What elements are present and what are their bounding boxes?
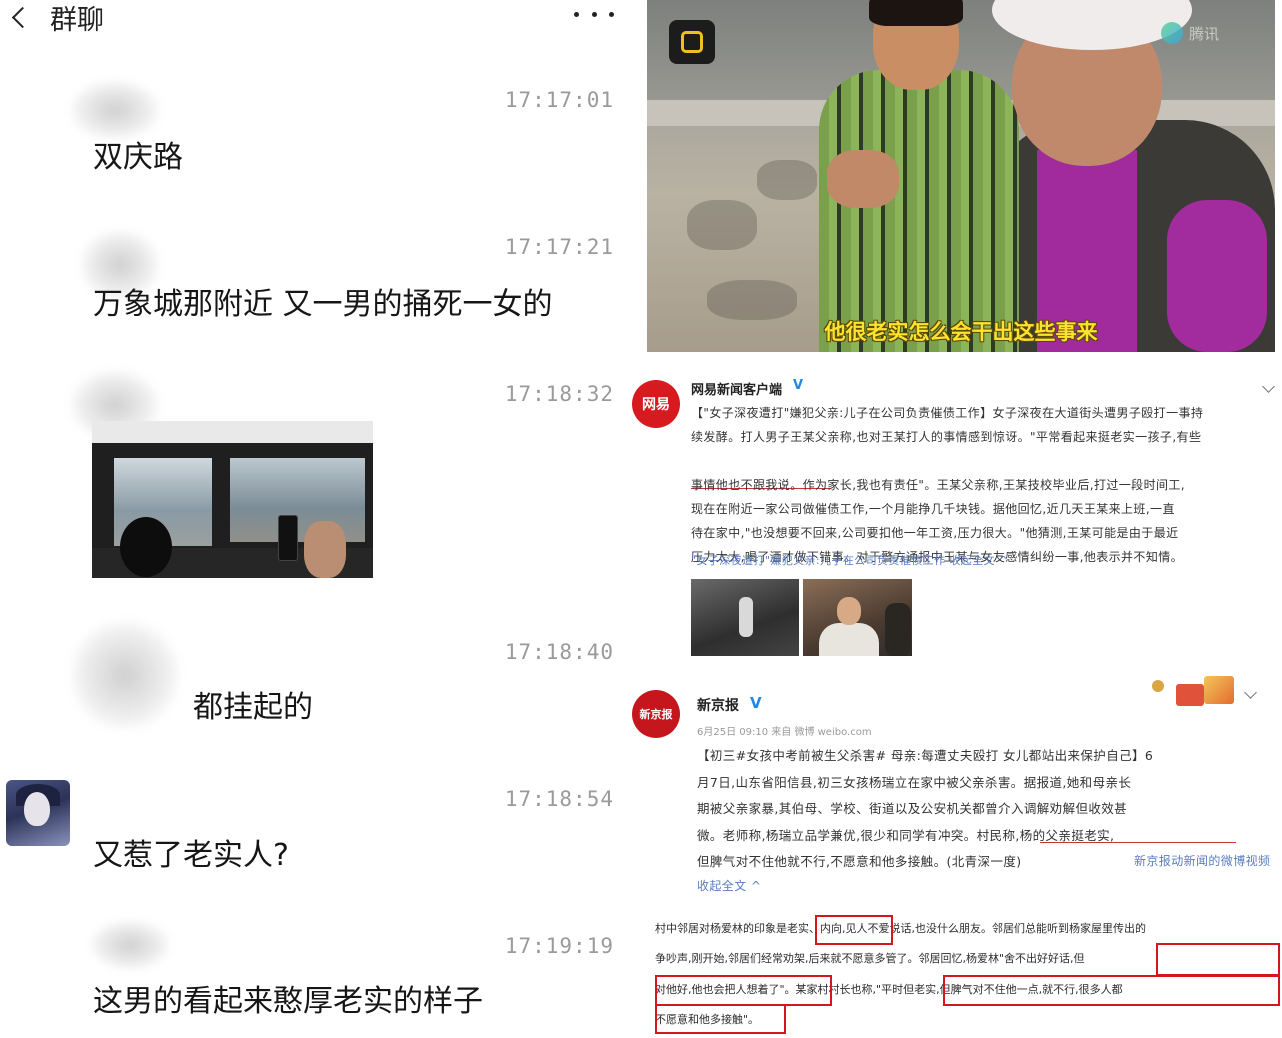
video-logo-icon bbox=[1161, 22, 1183, 44]
chevron-down-icon[interactable] bbox=[1244, 686, 1257, 699]
more-icon-dot bbox=[591, 11, 597, 17]
more-icon-dot bbox=[609, 11, 614, 17]
collapse-link[interactable]: 收起全文 ^ bbox=[697, 874, 761, 898]
blurred-avatar bbox=[90, 920, 170, 970]
post-line: 期被父亲家暴,其伯母、学校、街道以及公安机关都曾介入调解劝解但收效甚 bbox=[697, 801, 1128, 816]
post-image[interactable] bbox=[691, 579, 799, 656]
snippet-line: 村中邻居对杨爱林的印象是老实、内向,见人不爱说话,也没什么朋友。邻居们总能听到杨… bbox=[655, 922, 1146, 935]
chat-photo-message[interactable] bbox=[92, 421, 373, 578]
news-video-frame[interactable]: 腾讯 他很老实怎么会干出这些事来 bbox=[647, 0, 1275, 352]
video-hands bbox=[827, 150, 899, 208]
image-person-head bbox=[837, 597, 861, 625]
back-icon bbox=[11, 6, 33, 28]
netease-logo[interactable]: 网易 bbox=[632, 380, 680, 428]
chat-message[interactable]: 都挂起的 bbox=[193, 682, 313, 726]
verified-icon: V bbox=[793, 378, 804, 393]
post-line: 微。老师称,杨瑞立品学兼优,很少和同学有冲突。村民称,杨的父亲挺老实, bbox=[697, 827, 1115, 843]
chat-message[interactable]: 这男的看起来憨厚老实的样子 bbox=[93, 976, 483, 1020]
deco-block bbox=[1176, 684, 1204, 706]
photo-band bbox=[92, 421, 373, 443]
video-watermark: 腾讯 bbox=[1189, 24, 1220, 43]
post-line: 【初三#女孩中考前被生父杀害# 母亲:每遭丈夫殴打 女儿都站出来保护自己】6 bbox=[697, 748, 1154, 763]
chat-message[interactable]: 双庆路 bbox=[93, 132, 183, 176]
post-line: 待在家中,"也没想要不回来,公司要扣他一年工资,压力很大。"他猜测,王某可能是由… bbox=[691, 526, 1179, 540]
image-person bbox=[885, 603, 911, 656]
chevron-down-icon[interactable] bbox=[1262, 380, 1275, 393]
chat-message[interactable]: 万象城那附近 又一男的捅死一女的 bbox=[93, 279, 553, 323]
highlight-box bbox=[655, 1004, 786, 1034]
post-author[interactable]: 新京报 bbox=[697, 695, 739, 715]
post-line: 【"女子深夜遭打"嫌犯父亲:儿子在公司负责催债工作】女子深夜在大道街头遭男子殴打… bbox=[691, 406, 1204, 420]
image-person bbox=[819, 623, 879, 656]
post-line: 现在在附近一家公司做催债工作,一个月能挣几千块钱。据他回忆,近几天王某来上班,一… bbox=[691, 502, 1175, 516]
video-stone bbox=[707, 280, 797, 320]
more-button[interactable] bbox=[574, 2, 614, 26]
avatar[interactable] bbox=[6, 780, 70, 846]
post-link[interactable]: "女子深夜遭打"嫌犯父亲:儿子在公司负责催债工作 收起全文 ^ bbox=[691, 549, 1008, 573]
image-figure bbox=[739, 597, 753, 637]
video-child-hair bbox=[869, 0, 963, 26]
post-video-link[interactable]: 新京报动新闻的微博视频 bbox=[1134, 849, 1270, 873]
video-stone bbox=[757, 160, 817, 200]
camera-icon-frame bbox=[681, 31, 703, 53]
video-subtitle: 他很老实怎么会干出这些事来 bbox=[824, 320, 1098, 344]
underline-mark bbox=[1040, 842, 1236, 843]
camera-icon[interactable] bbox=[669, 20, 715, 64]
page-title: 群聊 bbox=[50, 5, 104, 36]
more-icon bbox=[574, 11, 579, 17]
blurred-avatar bbox=[70, 620, 180, 730]
video-stone bbox=[687, 200, 757, 250]
photo-phone bbox=[278, 515, 298, 561]
post-body: 【"女子深夜遭打"嫌犯父亲:儿子在公司负责催债工作】女子深夜在大道街头遭男子殴打… bbox=[691, 401, 1203, 569]
banner-decoration bbox=[1152, 672, 1237, 708]
video-logo: 腾讯 bbox=[1161, 18, 1259, 48]
photo-head bbox=[120, 517, 172, 577]
message-timestamp: 17:18:40 bbox=[504, 640, 614, 664]
post-meta: 6月25日 09:10 来自 微博 weibo.com bbox=[697, 727, 872, 738]
highlight-box bbox=[1156, 943, 1280, 976]
chat-panel: 群聊 17:17:01 双庆路 17:17:21 万象城那附近 又一男的捅死一女… bbox=[0, 0, 632, 1038]
video-child bbox=[819, 70, 1019, 352]
highlight-box bbox=[655, 975, 832, 1006]
post-line: 月7日,山东省阳信县,初三女孩杨瑞立在家中被父亲杀害。据报道,她和母亲长 bbox=[697, 774, 1132, 790]
message-timestamp: 17:17:21 bbox=[504, 235, 614, 259]
post-line: 但脾气对不住他就不行,不愿意和他多接触。(北青深一度) bbox=[697, 854, 1022, 869]
deco-block bbox=[1204, 676, 1234, 704]
message-timestamp: 17:19:19 bbox=[504, 934, 614, 958]
chat-message[interactable]: 又惹了老实人? bbox=[93, 830, 289, 874]
post-line: 续发酵。打人男子王某父亲称,也对王某打人的事情感到惊讶。"平常看起来挺老实一孩子… bbox=[691, 430, 1202, 444]
chat-header: 群聊 bbox=[0, 0, 632, 44]
message-timestamp: 17:17:01 bbox=[504, 88, 614, 112]
photo-hand bbox=[304, 521, 346, 578]
post-body: 【初三#女孩中考前被生父杀害# 母亲:每遭丈夫殴打 女儿都站出来保护自己】6 月… bbox=[697, 743, 1153, 876]
post-image[interactable] bbox=[803, 579, 912, 656]
message-timestamp: 17:18:54 bbox=[504, 787, 614, 811]
deco-dot bbox=[1152, 680, 1164, 692]
highlight-box bbox=[815, 915, 893, 945]
message-timestamp: 17:18:32 bbox=[504, 382, 614, 406]
verified-icon: V bbox=[750, 694, 762, 712]
avatar-face bbox=[24, 792, 50, 826]
post-line: 事情他也不跟我说。作为家长,我也有责任"。王某父亲称,王某技校毕业后,打过一段时… bbox=[691, 478, 1185, 492]
back-button[interactable] bbox=[4, 2, 34, 32]
post-author[interactable]: 网易新闻客户端 bbox=[691, 379, 782, 398]
xinjingbao-logo[interactable]: 新京报 bbox=[632, 690, 680, 738]
highlight-box bbox=[943, 975, 1280, 1006]
blurred-avatar bbox=[70, 80, 160, 140]
